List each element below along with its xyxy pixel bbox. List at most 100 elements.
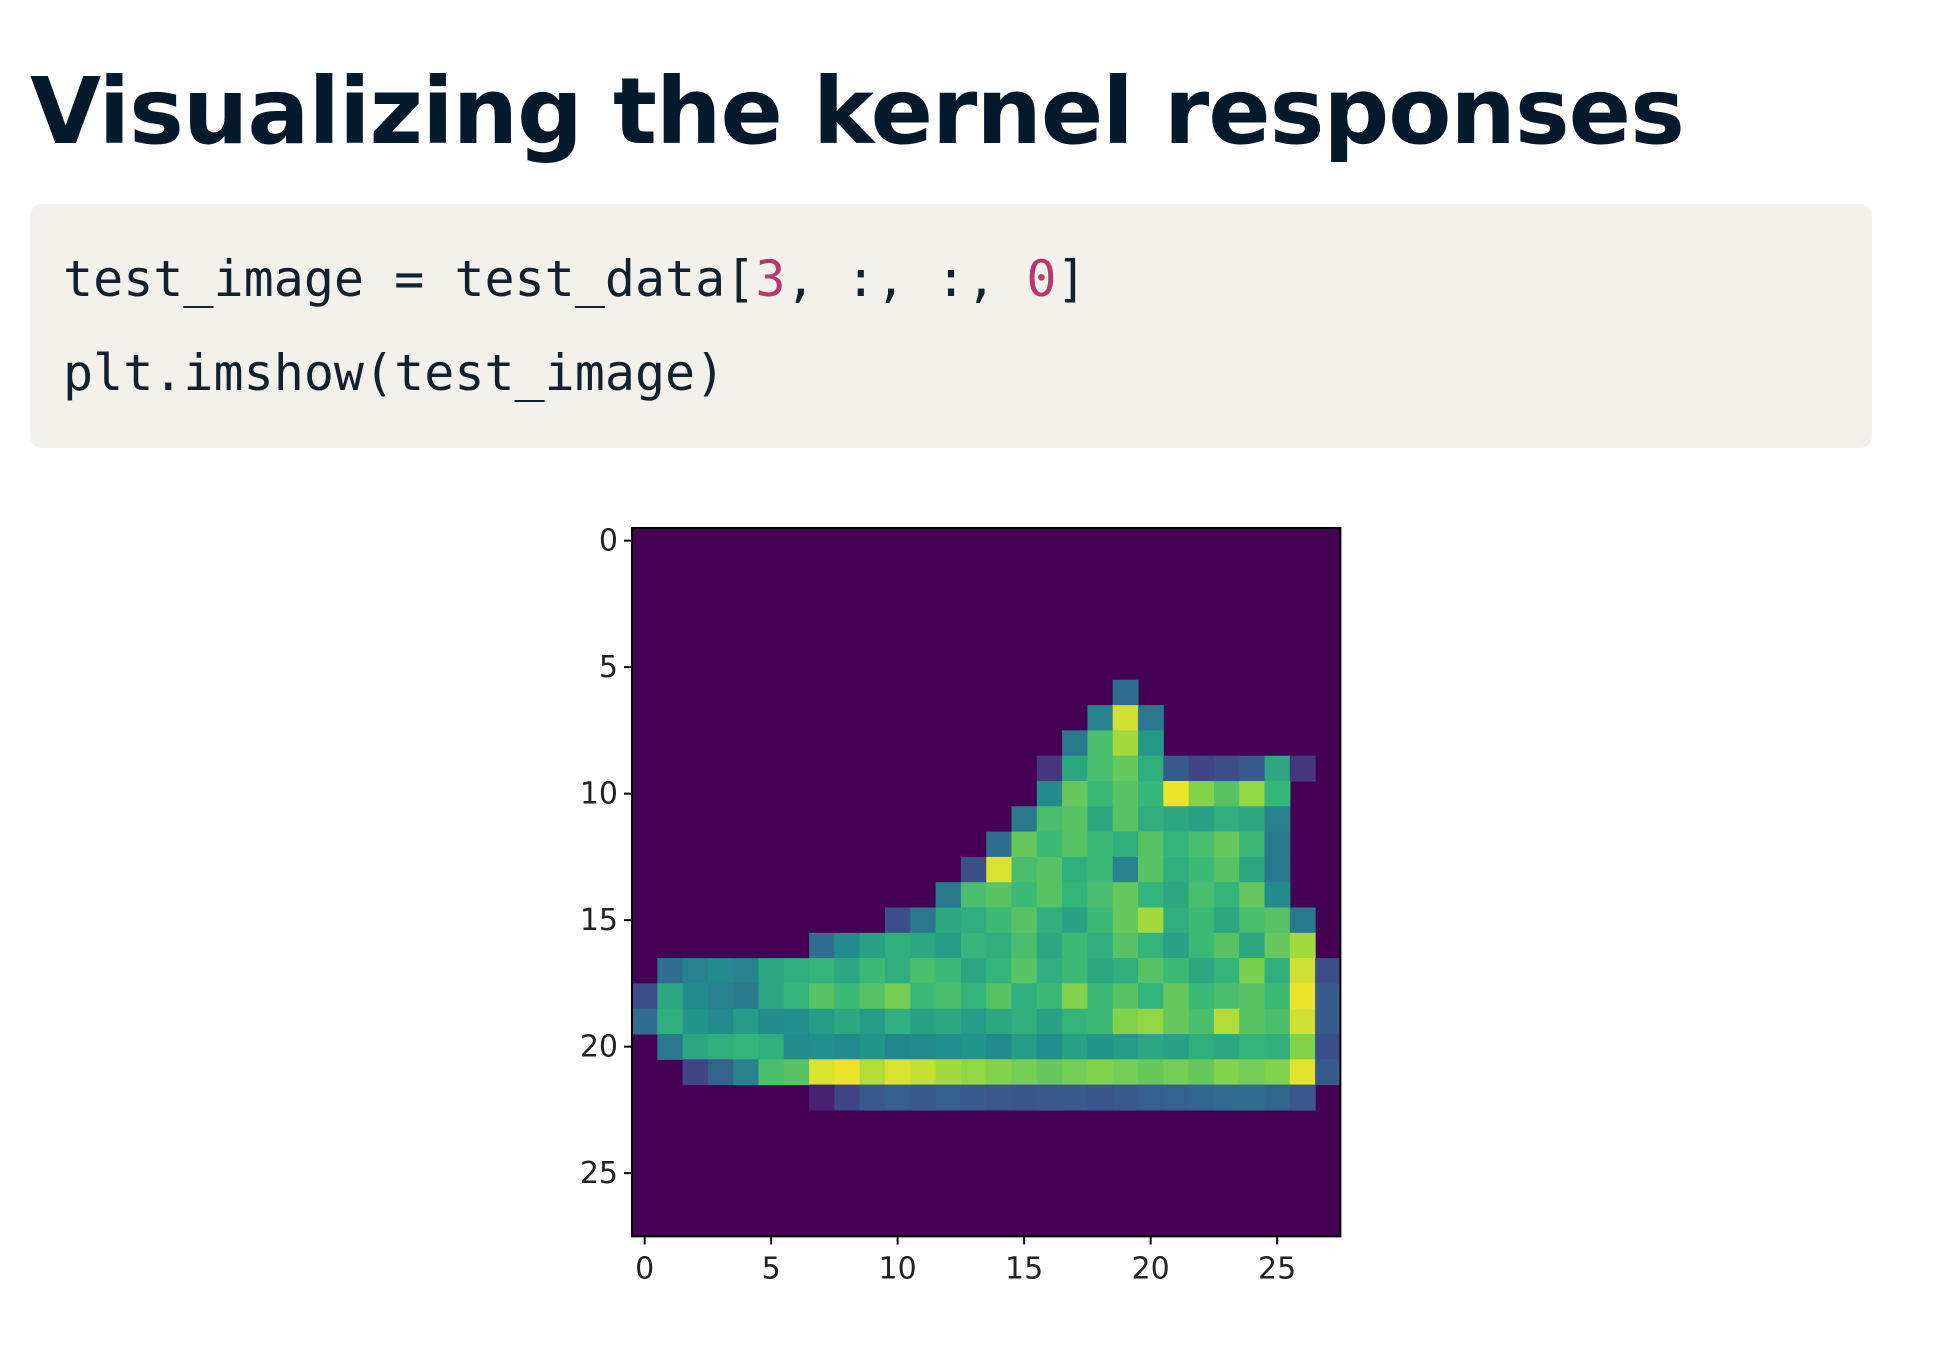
heatmap-cell — [1213, 1034, 1240, 1060]
heatmap-cell — [1087, 705, 1114, 731]
heatmap-cell — [1087, 983, 1114, 1010]
heatmap-cell — [960, 1008, 987, 1035]
heatmap-cell — [632, 1008, 658, 1035]
heatmap-cell — [1138, 983, 1164, 1010]
heatmap-cell — [1264, 882, 1291, 909]
heatmap-cell — [1062, 983, 1088, 1010]
heatmap-cell — [935, 882, 962, 909]
heatmap-cell — [935, 932, 962, 959]
heatmap-cell — [910, 958, 937, 984]
heatmap-cell — [1163, 882, 1190, 909]
heatmap-cell — [935, 1008, 962, 1035]
heatmap-cell — [1264, 806, 1291, 833]
heatmap-cell — [986, 983, 1013, 1010]
y-tick-label: 25 — [580, 1156, 618, 1191]
heatmap-cell — [1138, 755, 1164, 782]
heatmap-cell — [1087, 907, 1114, 934]
heatmap-cell — [809, 1059, 835, 1086]
heatmap-cell — [733, 958, 760, 984]
heatmap-cell — [1062, 907, 1088, 934]
heatmap-cell — [1036, 907, 1063, 934]
heatmap-cell — [1138, 781, 1164, 807]
x-tick-label: 10 — [879, 1251, 917, 1286]
heatmap-cell — [910, 1008, 937, 1035]
heatmap-cell — [1112, 932, 1139, 959]
heatmap-cell — [1213, 907, 1240, 934]
heatmap-cell — [1062, 755, 1088, 782]
heatmap-cell — [1315, 1059, 1341, 1086]
heatmap-cell — [758, 1059, 785, 1086]
heatmap-cell — [1213, 755, 1240, 782]
heatmap-cell — [885, 983, 911, 1010]
heatmap-cell — [1188, 755, 1215, 782]
heatmap-cell — [1138, 856, 1164, 883]
heatmap-cell — [1112, 781, 1139, 807]
heatmap-cell — [1087, 958, 1114, 984]
heatmap-cell — [1087, 932, 1114, 959]
heatmap-cell — [1264, 856, 1291, 883]
heatmap-cell — [910, 1084, 937, 1111]
heatmap-cell — [1087, 781, 1114, 807]
heatmap-cell — [1188, 907, 1215, 934]
heatmap-cell — [859, 958, 886, 984]
heatmap-cell — [885, 1008, 911, 1035]
heatmap-cell — [707, 983, 734, 1010]
heatmap-cell — [1213, 983, 1240, 1010]
heatmap-cell — [986, 856, 1013, 883]
heatmap-cell — [1264, 831, 1291, 858]
heatmap-cell — [1239, 882, 1266, 909]
heatmap-cell — [1289, 1059, 1316, 1086]
heatmap-cell — [910, 983, 937, 1010]
heatmap-cell — [1036, 781, 1063, 807]
heatmap-cell — [1289, 755, 1316, 782]
heatmap-cell — [1239, 806, 1266, 833]
heatmap-cell — [885, 1059, 911, 1086]
heatmap-cell — [859, 1034, 886, 1060]
heatmap-cell — [1087, 882, 1114, 909]
heatmap-cell — [1239, 1034, 1266, 1060]
heatmap-cell — [682, 1059, 709, 1086]
heatmap-cell — [1087, 856, 1114, 883]
heatmap-cell — [1239, 907, 1266, 934]
heatmap-cell — [1188, 1008, 1215, 1035]
heatmap-cell — [1011, 958, 1038, 984]
heatmap-cell — [1163, 856, 1190, 883]
heatmap-cell — [986, 1034, 1013, 1060]
heatmap-cell — [1087, 755, 1114, 782]
heatmap-cell — [783, 1008, 810, 1035]
heatmap-cell — [1188, 781, 1215, 807]
heatmap-cell — [1264, 958, 1291, 984]
heatmap-cell — [1188, 1084, 1215, 1111]
heatmap-cell — [885, 1034, 911, 1060]
heatmap-cell — [1036, 1059, 1063, 1086]
heatmap-cell — [1239, 781, 1266, 807]
heatmap-cell — [1062, 806, 1088, 833]
heatmap-cell — [1163, 1034, 1190, 1060]
heatmap-cell — [1188, 856, 1215, 883]
heatmap-cell — [1036, 932, 1063, 959]
heatmap-cell — [1112, 1034, 1139, 1060]
heatmap-cell — [935, 907, 962, 934]
heatmap-cell — [1188, 1034, 1215, 1060]
heatmap-cell — [986, 932, 1013, 959]
heatmap-cell — [1213, 781, 1240, 807]
heatmap-cell — [682, 1034, 709, 1060]
heatmap-cell — [834, 983, 861, 1010]
heatmap-cell — [657, 1034, 684, 1060]
heatmap-cell — [1163, 831, 1190, 858]
heatmap-cell — [960, 907, 987, 934]
heatmap-cell — [1239, 856, 1266, 883]
heatmap-cell — [1011, 983, 1038, 1010]
heatmap-cell — [1239, 932, 1266, 959]
heatmap-cell — [986, 958, 1013, 984]
heatmap-cell — [1264, 1034, 1291, 1060]
heatmap-cell — [707, 958, 734, 984]
heatmap-cell — [960, 983, 987, 1010]
heatmap-cell — [960, 958, 987, 984]
heatmap-cell — [960, 856, 987, 883]
heatmap-cell — [1112, 983, 1139, 1010]
heatmap-cell — [1112, 958, 1139, 984]
heatmap-cell — [1264, 1008, 1291, 1035]
y-tick-label: 0 — [599, 524, 618, 559]
heatmap-cell — [1011, 932, 1038, 959]
